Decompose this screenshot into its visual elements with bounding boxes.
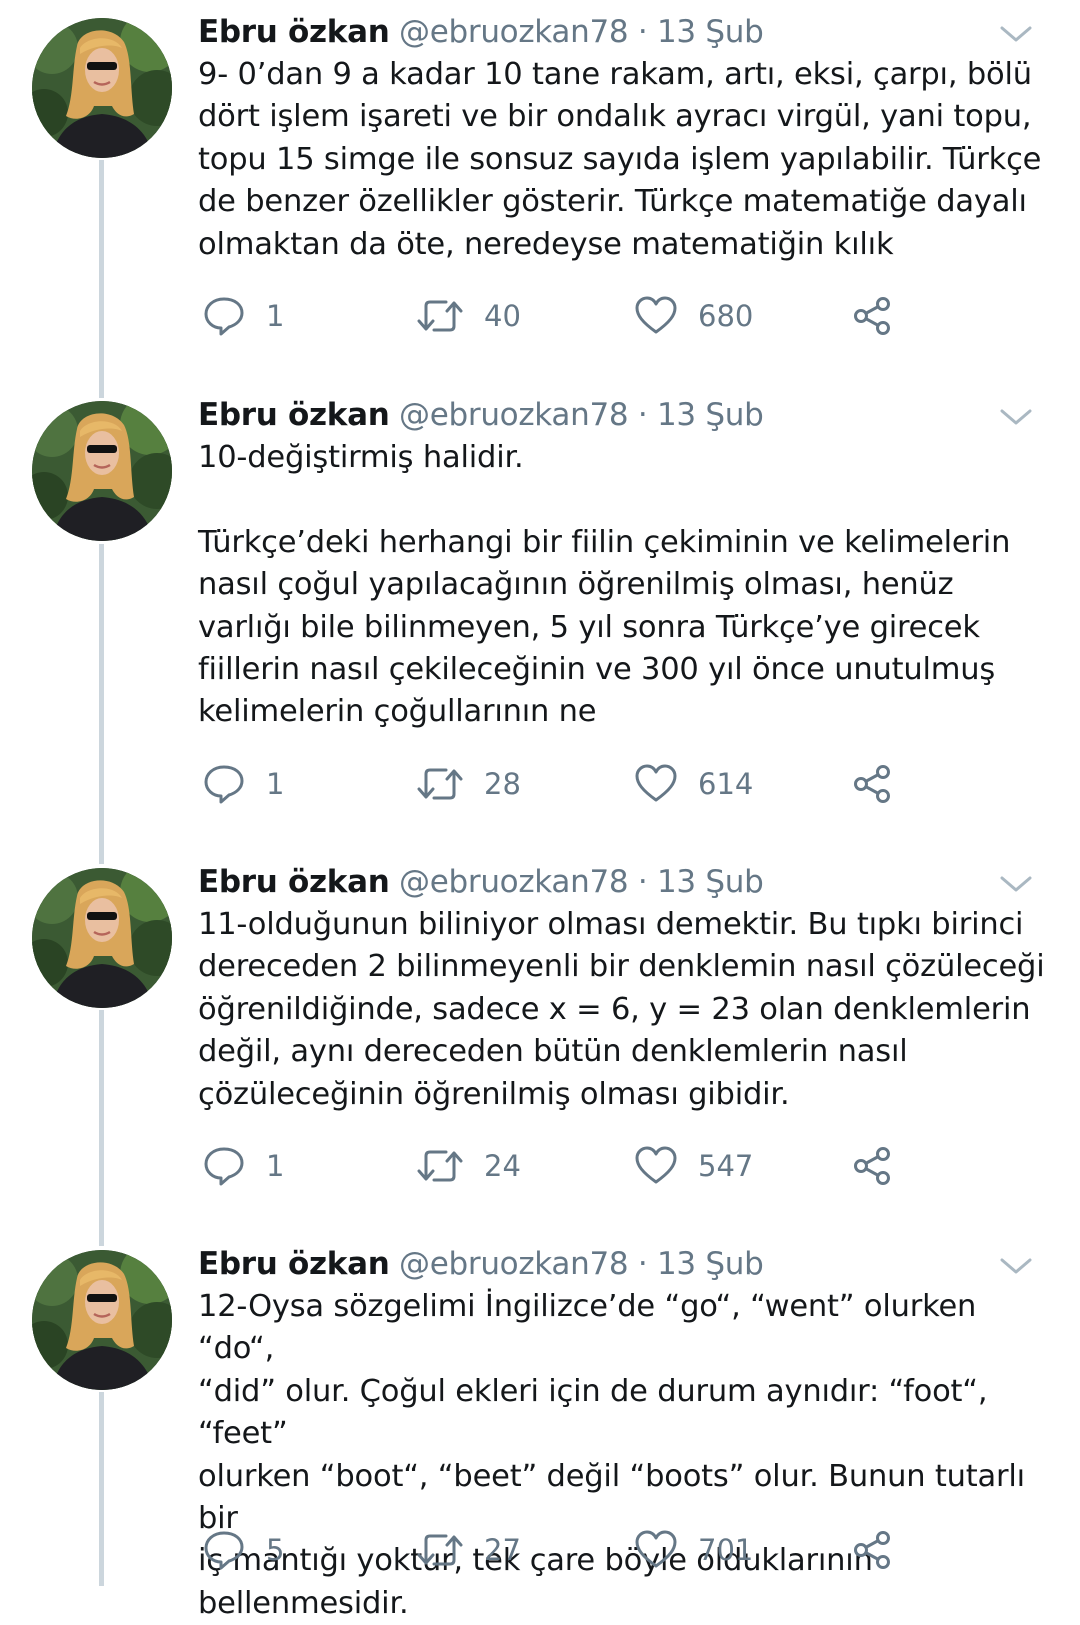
tweet[interactable]: Ebru özkan @ebruozkan78 · 13 Şub 10-deği… (0, 383, 1080, 849)
retweet-icon (416, 294, 464, 338)
chevron-down-icon[interactable] (998, 870, 1034, 898)
author-handle[interactable]: @ebruozkan78 (399, 14, 629, 50)
separator: · (637, 1246, 648, 1282)
like-button[interactable]: 547 (634, 1140, 753, 1192)
author-name[interactable]: Ebru özkan (198, 864, 390, 900)
tweet-header: Ebru özkan @ebruozkan78 · 13 Şub (198, 10, 764, 54)
share-button[interactable] (850, 1140, 894, 1192)
like-icon (634, 1144, 678, 1188)
tweet[interactable]: Ebru özkan @ebruozkan78 · 13 Şub 11-oldu… (0, 850, 1080, 1232)
like-icon (634, 294, 678, 338)
tweet-header: Ebru özkan @ebruozkan78 · 13 Şub (198, 860, 764, 904)
tweet[interactable]: Ebru özkan @ebruozkan78 · 13 Şub 9- 0’da… (0, 0, 1080, 382)
tweet-actions: 1 40 680 (198, 290, 958, 342)
retweet-count: 24 (484, 1149, 521, 1183)
reply-button[interactable]: 1 (202, 290, 284, 342)
tweet-actions: 5 27 701 (198, 1524, 958, 1576)
reply-button[interactable]: 5 (202, 1524, 284, 1576)
tweet-actions: 1 28 614 (198, 758, 958, 810)
retweet-icon (416, 762, 464, 806)
share-button[interactable] (850, 1524, 894, 1576)
separator: · (637, 864, 648, 900)
tweet-text: 11-olduğunun biliniyor olması demektir. … (198, 907, 1045, 1112)
retweet-button[interactable]: 27 (416, 1524, 521, 1576)
reply-icon (202, 762, 246, 806)
share-button[interactable] (850, 290, 894, 342)
chevron-down-icon[interactable] (998, 1252, 1034, 1280)
author-name[interactable]: Ebru özkan (198, 397, 390, 433)
reply-count: 1 (266, 1149, 285, 1183)
reply-icon (202, 1144, 246, 1188)
tweet-header: Ebru özkan @ebruozkan78 · 13 Şub (198, 393, 764, 437)
like-count: 614 (698, 767, 754, 801)
author-handle[interactable]: @ebruozkan78 (399, 864, 629, 900)
chevron-down-icon[interactable] (998, 20, 1034, 48)
retweet-icon (416, 1528, 464, 1572)
retweet-icon (416, 1144, 464, 1188)
tweet-actions: 1 24 547 (198, 1140, 958, 1192)
reply-icon (202, 294, 246, 338)
retweet-count: 27 (484, 1533, 521, 1567)
reply-count: 5 (266, 1533, 285, 1567)
author-name[interactable]: Ebru özkan (198, 14, 390, 50)
separator: · (637, 397, 648, 433)
tweet-text: 10-değiştirmiş halidir. Türkçe’deki herh… (198, 440, 1011, 730)
retweet-count: 40 (484, 299, 521, 333)
tweet-text: 9- 0’dan 9 a kadar 10 tane rakam, artı, … (198, 57, 1042, 262)
avatar[interactable] (32, 18, 172, 158)
author-name[interactable]: Ebru özkan (198, 1246, 390, 1282)
like-count: 680 (698, 299, 754, 333)
avatar[interactable] (32, 1250, 172, 1390)
share-icon (850, 1144, 894, 1188)
tweet-date[interactable]: 13 Şub (657, 397, 764, 433)
reply-icon (202, 1528, 246, 1572)
avatar[interactable] (32, 868, 172, 1008)
reply-count: 1 (266, 767, 285, 801)
tweet[interactable]: Ebru özkan @ebruozkan78 · 13 Şub 12-Oysa… (0, 1232, 1080, 1621)
tweet-header: Ebru özkan @ebruozkan78 · 13 Şub (198, 1242, 764, 1286)
tweet-date[interactable]: 13 Şub (657, 14, 764, 50)
like-count: 547 (698, 1149, 754, 1183)
share-icon (850, 294, 894, 338)
share-button[interactable] (850, 758, 894, 810)
separator: · (637, 14, 648, 50)
retweet-count: 28 (484, 767, 521, 801)
author-handle[interactable]: @ebruozkan78 (399, 1246, 629, 1282)
chevron-down-icon[interactable] (998, 403, 1034, 431)
reply-button[interactable]: 1 (202, 758, 284, 810)
like-icon (634, 1528, 678, 1572)
like-button[interactable]: 614 (634, 758, 753, 810)
avatar[interactable] (32, 401, 172, 541)
author-handle[interactable]: @ebruozkan78 (399, 397, 629, 433)
share-icon (850, 762, 894, 806)
retweet-button[interactable]: 40 (416, 290, 521, 342)
like-button[interactable]: 701 (634, 1524, 753, 1576)
like-button[interactable]: 680 (634, 290, 753, 342)
reply-button[interactable]: 1 (202, 1140, 284, 1192)
like-icon (634, 762, 678, 806)
tweet-date[interactable]: 13 Şub (657, 864, 764, 900)
tweet-date[interactable]: 13 Şub (657, 1246, 764, 1282)
reply-count: 1 (266, 299, 285, 333)
like-count: 701 (698, 1533, 754, 1567)
retweet-button[interactable]: 28 (416, 758, 521, 810)
share-icon (850, 1528, 894, 1572)
retweet-button[interactable]: 24 (416, 1140, 521, 1192)
